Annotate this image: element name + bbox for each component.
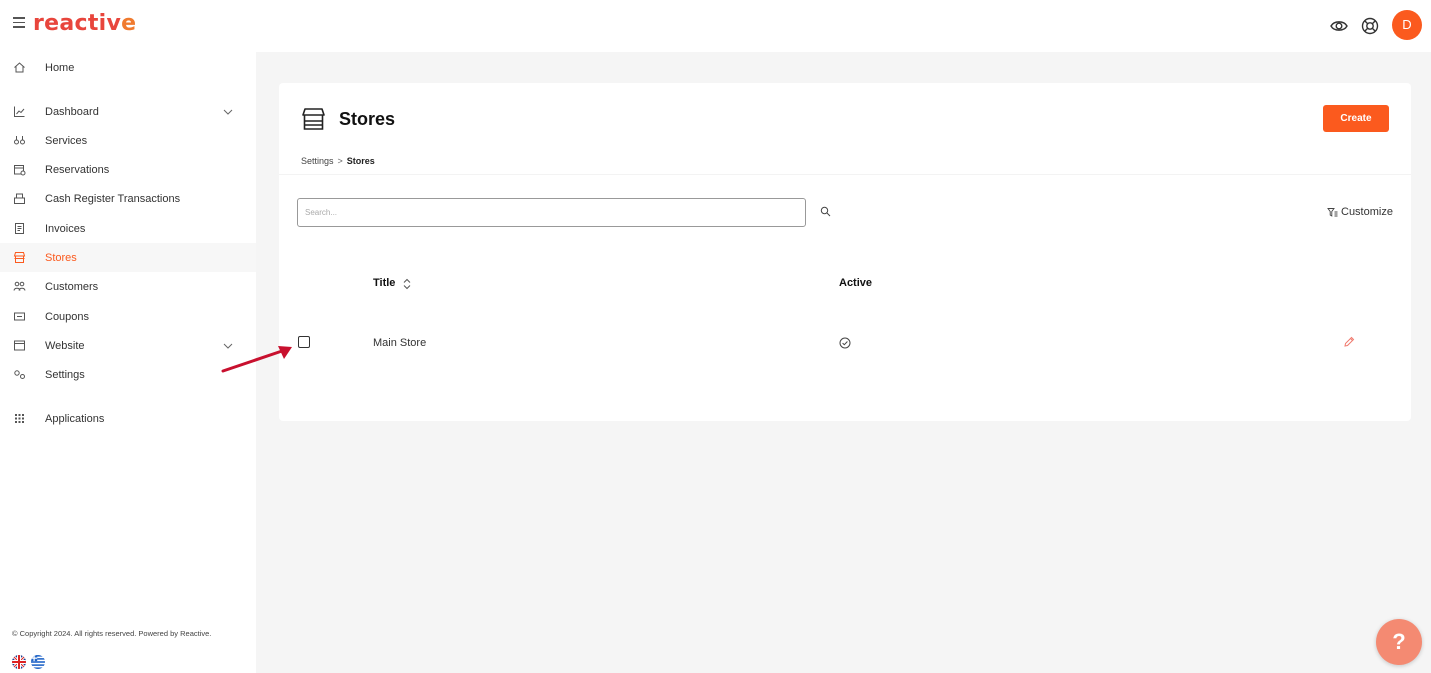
sidebar-item-home[interactable]: Home — [0, 53, 256, 82]
row-checkbox[interactable] — [298, 336, 310, 348]
edit-pencil-icon[interactable] — [1343, 336, 1355, 348]
customers-icon — [13, 281, 26, 291]
sidebar-item-label: Home — [45, 62, 75, 74]
sidebar-item-label: Applications — [45, 413, 105, 425]
annotation-arrow — [221, 346, 292, 373]
chart-icon — [14, 106, 25, 117]
invoice-icon — [15, 223, 24, 234]
sidebar-item-label: Dashboard — [45, 106, 99, 118]
breadcrumb-separator-icon: > — [337, 156, 343, 166]
sidebar-item-label: Cash Register Transactions — [45, 193, 181, 205]
calendar-icon — [14, 165, 26, 176]
store-icon — [302, 108, 325, 130]
services-icon — [14, 136, 25, 145]
search-icon[interactable] — [820, 206, 831, 217]
top-bar: reactive D — [0, 0, 1431, 52]
sidebar-item-label: Stores — [45, 252, 77, 264]
logo[interactable]: reactive — [33, 11, 136, 36]
breadcrumb-link-settings[interactable]: Settings — [301, 156, 334, 166]
menu-icon[interactable] — [13, 17, 25, 29]
register-icon — [14, 193, 25, 204]
sidebar-item-dashboard[interactable]: Dashboard — [0, 97, 256, 126]
logo-text: reactiv — [33, 11, 122, 36]
chevron-down-icon — [223, 109, 233, 115]
breadcrumb: Settings > Stores — [301, 156, 375, 166]
sidebar-item-label: Website — [45, 340, 85, 352]
sidebar-item-services[interactable]: Services — [0, 126, 256, 155]
grid-icon — [15, 414, 24, 423]
sidebar-item-label: Invoices — [45, 223, 86, 235]
create-button[interactable]: Create — [1323, 105, 1389, 132]
eye-icon[interactable] — [1329, 16, 1349, 36]
sidebar-item-website[interactable]: Website — [0, 331, 256, 360]
store-icon — [13, 252, 26, 263]
coupon-icon — [14, 312, 25, 321]
customize-button[interactable]: Customize — [1327, 206, 1393, 218]
sort-icon[interactable] — [402, 278, 412, 290]
sidebar-item-cash-register[interactable]: Cash Register Transactions — [0, 184, 256, 213]
divider — [279, 174, 1411, 175]
sidebar-item-label: Customers — [45, 281, 99, 293]
column-header-title[interactable]: Title — [373, 277, 395, 289]
sidebar-item-label: Services — [45, 135, 88, 147]
copyright-text: © Copyright 2024. All rights reserved. P… — [12, 629, 212, 638]
home-icon — [14, 62, 25, 73]
page-title: Stores — [339, 109, 396, 129]
stores-card: Stores Create Settings>Stores Customize … — [279, 83, 1411, 421]
check-circle-icon — [839, 337, 851, 349]
sidebar-item-reservations[interactable]: Reservations — [0, 155, 256, 184]
help-button[interactable]: ? — [1376, 619, 1422, 665]
sidebar-item-label: Settings — [45, 369, 85, 381]
uk-flag-icon[interactable] — [12, 655, 26, 669]
sidebar-item-customers[interactable]: Customers — [0, 272, 256, 301]
sidebar: Home Dashboard Services Reservations Cas… — [0, 52, 256, 673]
breadcrumb-current: Stores — [346, 156, 375, 166]
website-icon — [14, 340, 25, 351]
search-input[interactable] — [297, 198, 806, 227]
user-avatar[interactable]: D — [1392, 10, 1422, 40]
sidebar-item-invoices[interactable]: Invoices — [0, 214, 256, 243]
sidebar-item-applications[interactable]: Applications — [0, 404, 256, 433]
customize-label: Customize — [1341, 206, 1393, 218]
support-icon[interactable] — [1360, 16, 1380, 36]
greek-flag-icon[interactable] — [31, 655, 45, 669]
filter-icon — [1327, 207, 1338, 217]
sidebar-item-label: Coupons — [45, 311, 90, 323]
sidebar-item-stores[interactable]: Stores — [0, 243, 256, 272]
logo-text-accent: e — [121, 11, 137, 36]
column-header-active: Active — [839, 277, 873, 289]
sidebar-item-coupons[interactable]: Coupons — [0, 302, 256, 331]
settings-icon — [14, 370, 25, 379]
store-title-cell[interactable]: Main Store — [373, 337, 426, 349]
sidebar-item-settings[interactable]: Settings — [0, 360, 256, 389]
sidebar-item-label: Reservations — [45, 164, 110, 176]
